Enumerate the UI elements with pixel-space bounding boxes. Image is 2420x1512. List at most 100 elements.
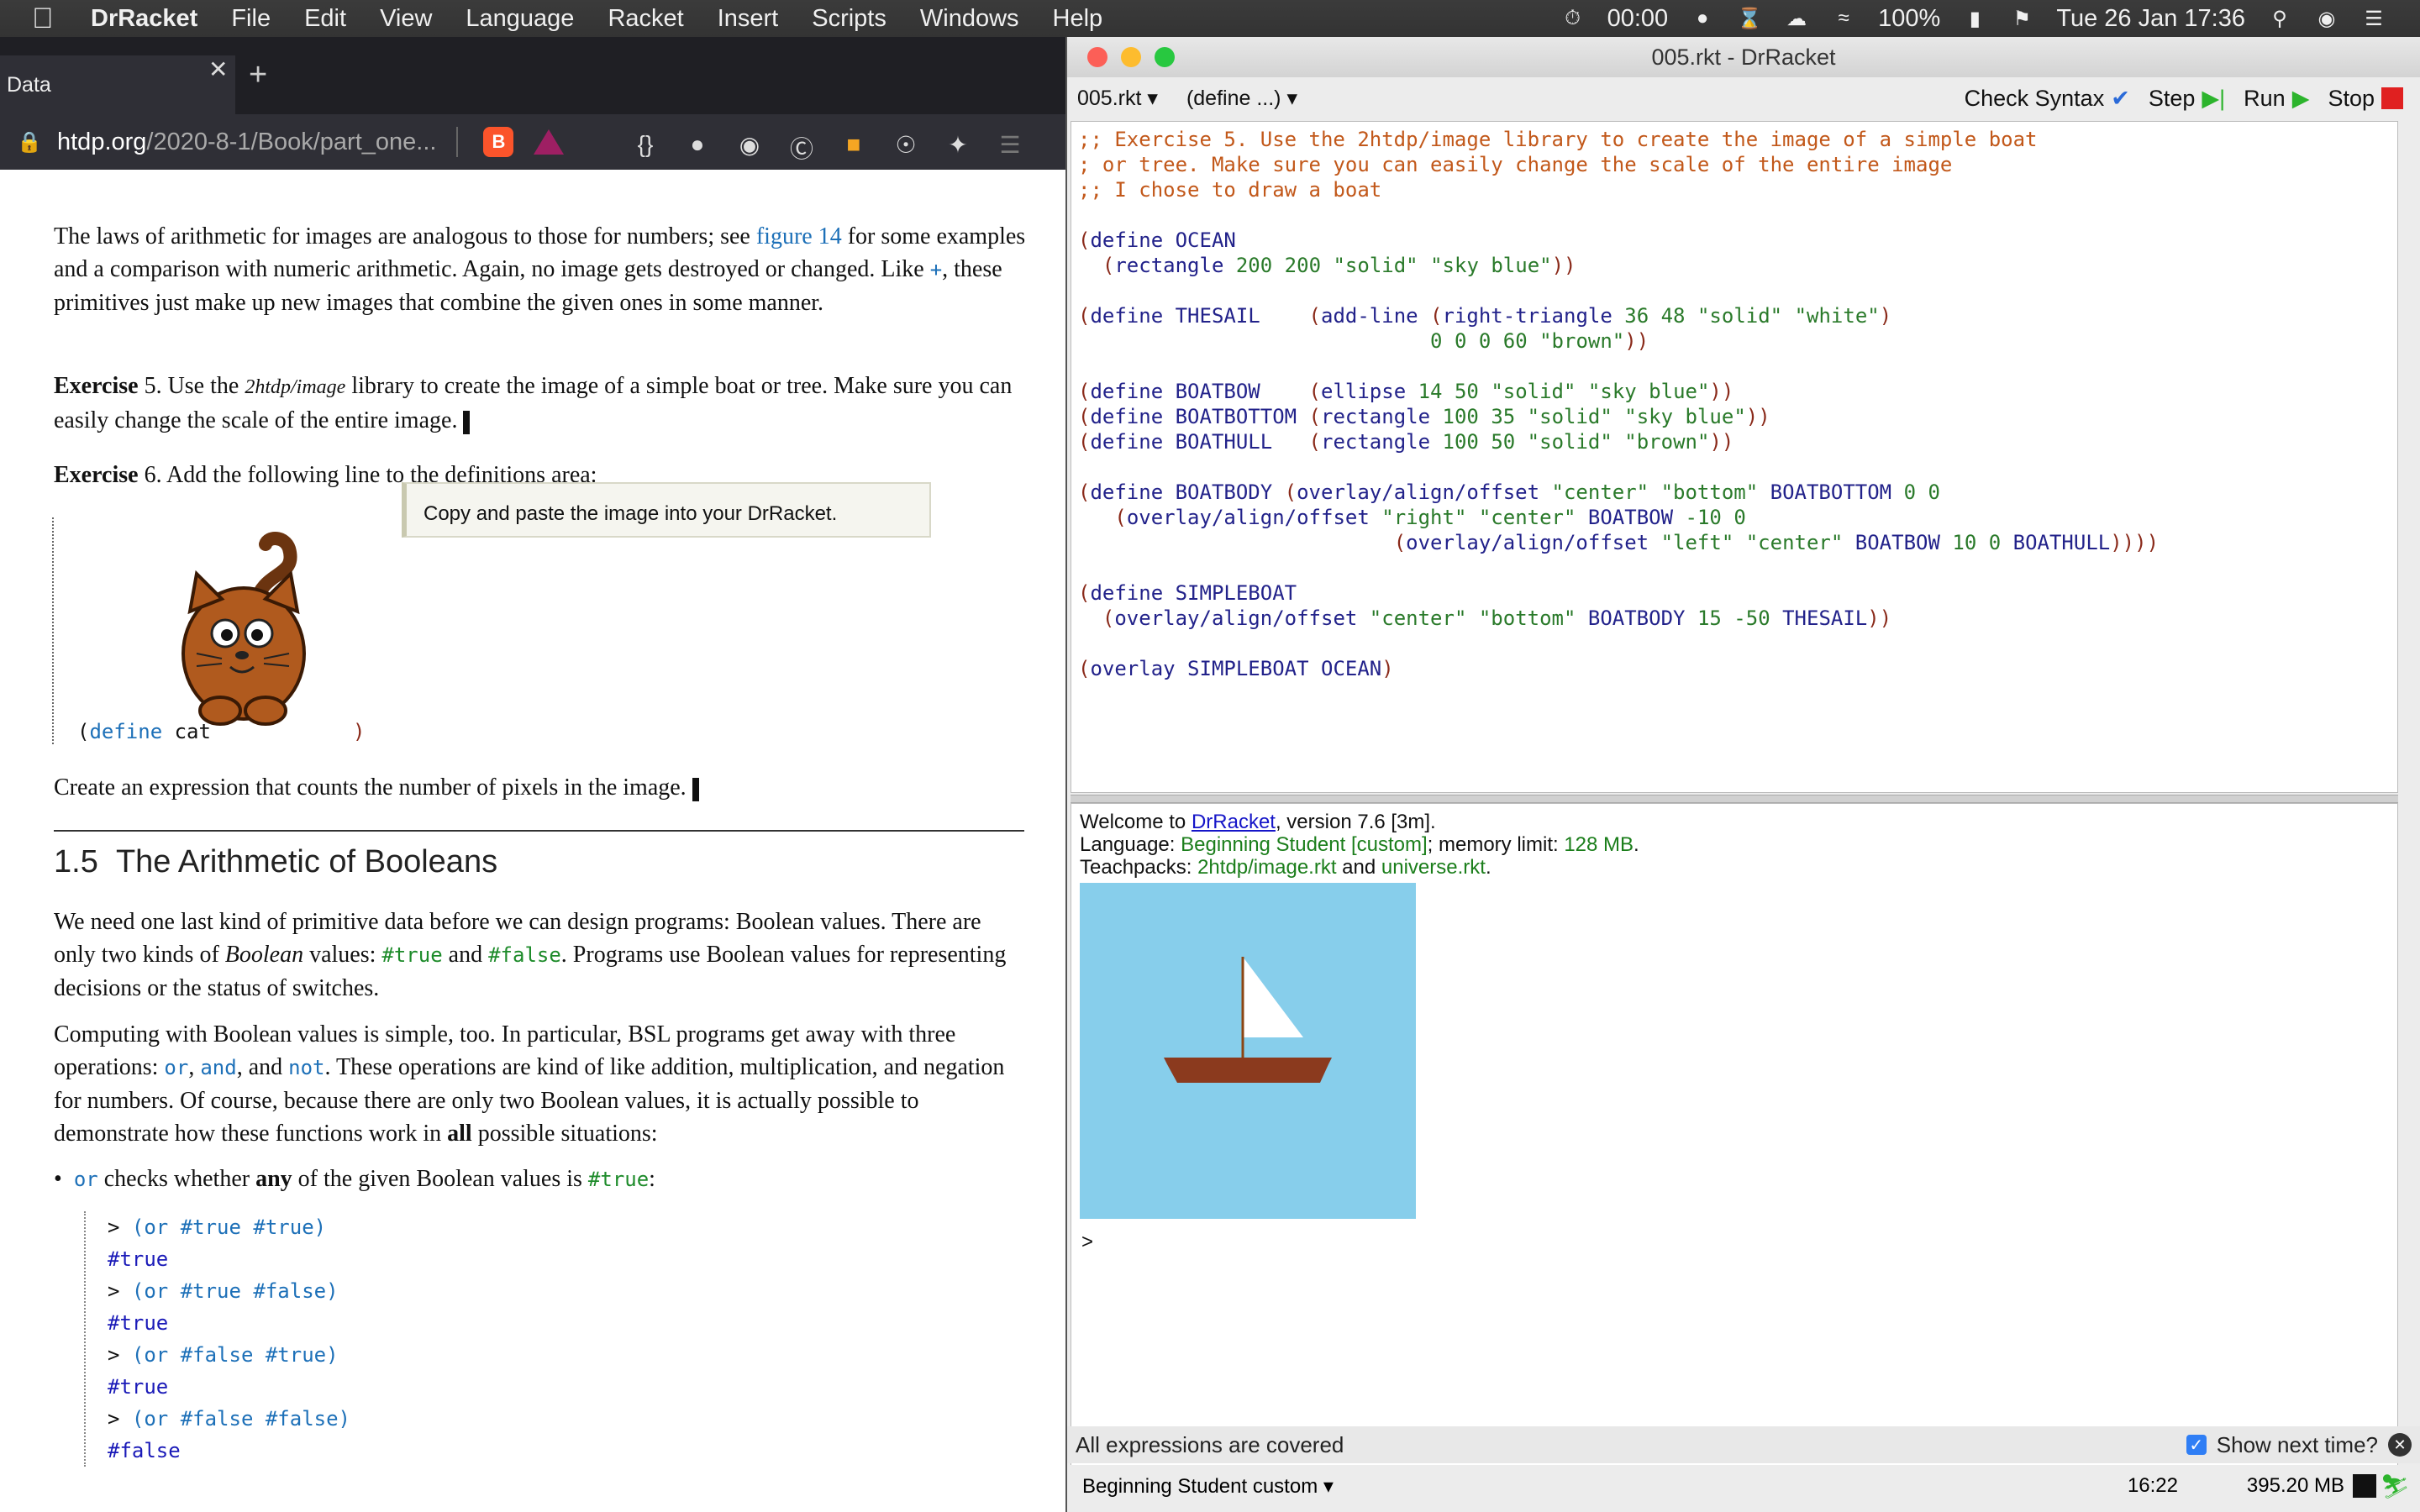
- define-menu-button[interactable]: (define ...) ▾: [1186, 86, 1297, 111]
- menu-view[interactable]: View: [380, 5, 432, 33]
- gc-indicator: [2353, 1474, 2376, 1498]
- plus-link[interactable]: +: [930, 258, 942, 281]
- wifi-icon[interactable]: ≈: [1831, 6, 1856, 31]
- toolbar: 005.rkt ▾ (define ...) ▾ Check Syntax ✔ S…: [1067, 77, 2420, 119]
- check-syntax-button[interactable]: Check Syntax ✔: [1965, 86, 2130, 112]
- repl-example: > (or #true #true) #true > (or #true #fa…: [84, 1211, 350, 1467]
- text: any: [255, 1166, 292, 1192]
- ocean: [1080, 883, 1416, 1219]
- menu-icon[interactable]: ☰: [995, 131, 1025, 165]
- menu-edit[interactable]: Edit: [304, 5, 346, 33]
- status-menu-area: ⏱ 00:00 ● ⌛ ☁ ≈ 100% ▮ ⚑ Tue 26 Jan 17:3…: [1560, 0, 2386, 37]
- definitions-area[interactable]: ;; Exercise 5. Use the 2htdp/image libra…: [1071, 121, 2398, 793]
- new-tab-icon[interactable]: +: [249, 57, 267, 93]
- browser-window: Data ✕ + 🔒 htdp.org/2020-8-1/Book/part_o…: [0, 37, 1065, 1512]
- menu-language[interactable]: Language: [466, 5, 574, 33]
- brave-rewards-icon[interactable]: [534, 129, 565, 155]
- browser-tab[interactable]: Data: [0, 55, 235, 114]
- minimize-window-icon[interactable]: [1121, 47, 1141, 67]
- running-icon: ⛷: [2380, 1473, 2410, 1499]
- repl-input: > (or #false #false): [108, 1407, 350, 1431]
- brave-shield-icon[interactable]: B: [483, 127, 514, 157]
- siri-icon[interactable]: ◉: [2314, 6, 2339, 31]
- tab-strip: Data ✕ +: [0, 37, 1065, 114]
- figure-link[interactable]: figure 14: [756, 223, 842, 249]
- define-keyword[interactable]: define: [89, 720, 162, 743]
- extension-icon[interactable]: Ⓒ: [786, 131, 817, 165]
- file-menu-button[interactable]: 005.rkt ▾: [1077, 86, 1158, 111]
- step-button[interactable]: Step ▶|: [2149, 86, 2225, 112]
- define-cat-code: (define cat: [77, 720, 211, 743]
- cat-name: cat: [174, 720, 211, 743]
- timer-icon[interactable]: ⏱: [1560, 6, 1586, 31]
- text: , version 7.6 [3m].: [1275, 811, 1436, 833]
- notification-center-icon[interactable]: ☰: [2361, 6, 2386, 31]
- paragraph: The laws of arithmetic for images are an…: [54, 220, 1028, 319]
- tab-title: Data: [7, 72, 51, 97]
- close-tab-icon[interactable]: ✕: [208, 55, 228, 83]
- text: values:: [303, 942, 382, 968]
- pane-divider[interactable]: [1071, 795, 2398, 803]
- memory-limit: 128 MB: [1564, 833, 1634, 856]
- zoom-window-icon[interactable]: [1155, 47, 1175, 67]
- interactions-area[interactable]: Welcome to DrRacket, version 7.6 [3m]. L…: [1071, 803, 2398, 1467]
- bullet-item: • or checks whether any of the given Boo…: [54, 1166, 655, 1192]
- json-extension-icon[interactable]: {}: [630, 131, 660, 165]
- camera-icon[interactable]: ●: [1690, 6, 1715, 31]
- repl-prompt[interactable]: >: [1081, 1231, 1093, 1253]
- menu-file[interactable]: File: [231, 5, 271, 33]
- or-link[interactable]: or: [74, 1168, 98, 1191]
- repl-expression: (or #true #false): [131, 1279, 339, 1303]
- close-coverage-icon[interactable]: ✕: [2388, 1433, 2412, 1457]
- url-text[interactable]: htdp.org/2020-8-1/Book/part_one...: [57, 129, 436, 156]
- library-name[interactable]: 2htdp/image: [245, 376, 345, 398]
- button-label: Stop: [2328, 85, 2375, 111]
- show-next-checkbox[interactable]: ✓: [2186, 1435, 2207, 1455]
- drracket-link[interactable]: DrRacket: [1192, 811, 1276, 833]
- clock[interactable]: Tue 26 Jan 17:36: [2056, 5, 2245, 33]
- run-button[interactable]: Run ▶: [2244, 86, 2309, 112]
- apple-menu-icon[interactable]: : [32, 3, 74, 35]
- drracket-window: 005.rkt - DrRacket 005.rkt ▾ (define ...…: [1065, 37, 2420, 1512]
- battery-percent[interactable]: 100%: [1878, 5, 1940, 33]
- extension-icon[interactable]: ◉: [734, 131, 765, 165]
- code-example-block: (define cat ): [52, 517, 1027, 744]
- app-name-menu[interactable]: DrRacket: [91, 5, 197, 33]
- url-path: /2020-8-1/Book/part_one...: [146, 128, 437, 155]
- extension-icon[interactable]: ●: [682, 131, 713, 165]
- menu-bar:  DrRacket File Edit View Language Racke…: [0, 0, 2420, 37]
- repl-input: > (or #true #false): [108, 1279, 339, 1303]
- repl-expression: (or #false #false): [131, 1407, 350, 1431]
- extension-icon[interactable]: ■: [839, 131, 869, 165]
- language-menu[interactable]: Beginning Student custom ▾: [1082, 1474, 1334, 1499]
- hourglass-icon[interactable]: ⌛: [1737, 6, 1762, 31]
- boat-result-image[interactable]: [1080, 883, 1416, 1219]
- cat-image[interactable]: [171, 528, 314, 729]
- text: of the given Boolean values is: [292, 1166, 588, 1192]
- text: all: [447, 1121, 472, 1147]
- stop-button[interactable]: Stop: [2328, 86, 2403, 112]
- not-link[interactable]: not: [288, 1056, 324, 1079]
- text: Create an expression that counts the num…: [54, 774, 687, 801]
- and-link[interactable]: and: [200, 1056, 236, 1079]
- menu-scripts[interactable]: Scripts: [812, 5, 886, 33]
- close-window-icon[interactable]: [1087, 47, 1107, 67]
- menu-insert[interactable]: Insert: [718, 5, 779, 33]
- text: checks whether: [97, 1166, 256, 1192]
- menu-help[interactable]: Help: [1053, 5, 1103, 33]
- memory-usage[interactable]: 395.20 MB: [2247, 1474, 2344, 1498]
- file-label: 005.rkt: [1077, 87, 1142, 110]
- cursor-position: 16:22: [2127, 1474, 2178, 1497]
- menu-windows[interactable]: Windows: [920, 5, 1019, 33]
- paragraph: Computing with Boolean values is simple,…: [54, 1021, 1005, 1147]
- eye-icon[interactable]: ☉: [891, 131, 921, 165]
- flag-icon[interactable]: ⚑: [2009, 6, 2034, 31]
- search-icon[interactable]: ⚲: [2267, 6, 2292, 31]
- timer-readout[interactable]: 00:00: [1607, 5, 1669, 33]
- menu-racket[interactable]: Racket: [608, 5, 683, 33]
- battery-icon[interactable]: ▮: [1962, 6, 1987, 31]
- cloud-icon[interactable]: ☁: [1784, 6, 1809, 31]
- puzzle-icon[interactable]: ✦: [943, 131, 973, 165]
- language-value: Beginning Student [custom]: [1181, 833, 1428, 856]
- or-link[interactable]: or: [164, 1056, 188, 1079]
